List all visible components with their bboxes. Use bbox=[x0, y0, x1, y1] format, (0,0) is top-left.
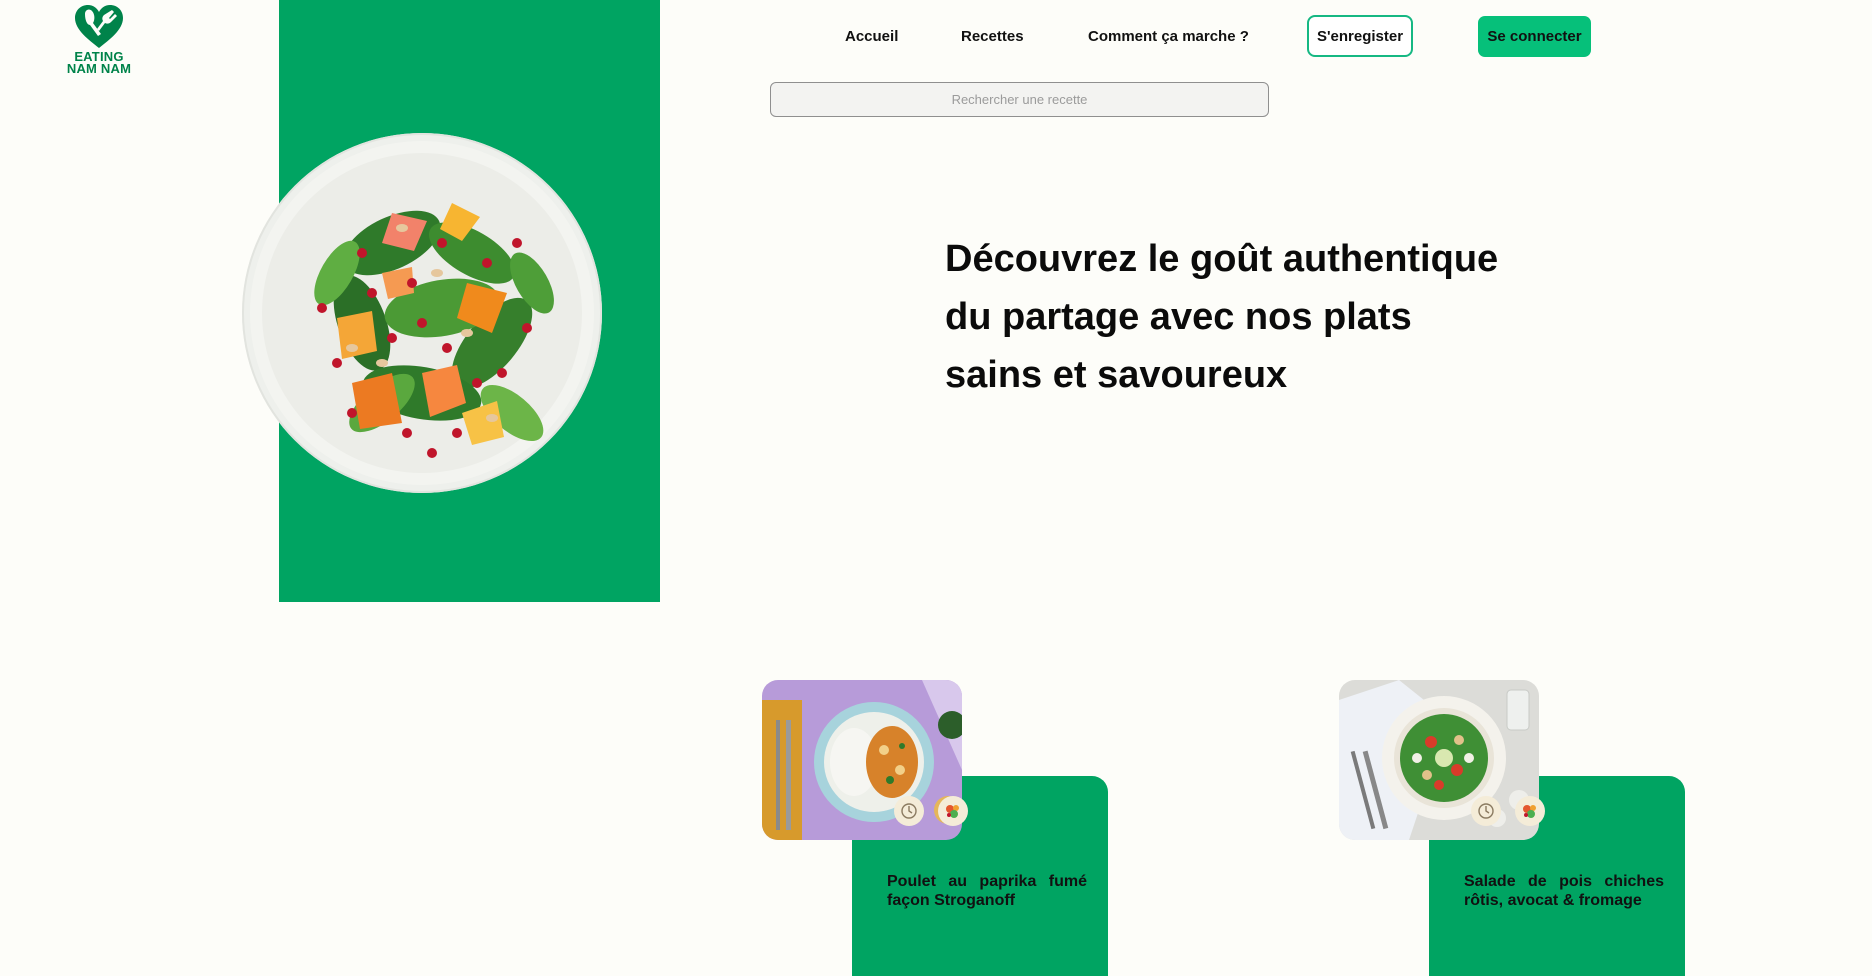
timer-icon[interactable] bbox=[894, 796, 924, 826]
recipe-card-icons bbox=[894, 796, 968, 826]
hero-title-line-1: Découvrez le goût authentique bbox=[945, 238, 1499, 280]
ingredients-icon[interactable] bbox=[938, 796, 968, 826]
recipe-title[interactable]: Poulet au paprika fumé façon Stroganoff bbox=[887, 872, 1087, 910]
ingredients-icon[interactable] bbox=[1515, 796, 1545, 826]
heart-fork-icon bbox=[75, 5, 123, 48]
timer-icon[interactable] bbox=[1471, 796, 1501, 826]
nav-link-comment-ca-marche[interactable]: Comment ça marche ? bbox=[1088, 28, 1249, 45]
brand-name: EATING NAM NAM bbox=[62, 50, 136, 76]
recipe-title[interactable]: Salade de pois chiches rôtis, avocat & f… bbox=[1464, 872, 1664, 910]
nav-link-accueil[interactable]: Accueil bbox=[845, 28, 898, 45]
brand-name-line2: NAM NAM bbox=[66, 61, 132, 76]
hero-title-line-3: sains et savoureux bbox=[945, 354, 1288, 396]
hero-title: Découvrez le goût authentique du partage… bbox=[945, 230, 1545, 404]
recipe-search-input[interactable] bbox=[770, 82, 1269, 117]
hero-salad-image bbox=[242, 133, 602, 493]
nav-link-recettes[interactable]: Recettes bbox=[961, 28, 1024, 45]
register-button[interactable]: S'enregister bbox=[1307, 15, 1413, 57]
brand-logo[interactable]: EATING NAM NAM bbox=[62, 4, 136, 75]
login-button[interactable]: Se connecter bbox=[1478, 16, 1591, 57]
hero-title-line-2: du partage avec nos plats bbox=[945, 296, 1412, 338]
recipe-card-icons bbox=[1471, 796, 1545, 826]
